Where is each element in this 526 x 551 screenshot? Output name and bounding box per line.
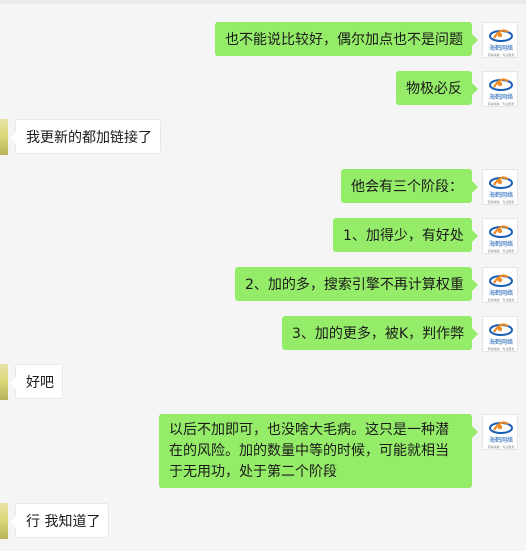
svg-text:值得信赖 · 专业服务: 值得信赖 · 专业服务 [488, 52, 515, 57]
company-logo-icon: 海鹤网络 值得信赖 · 专业服务 [488, 29, 515, 57]
message-bubble[interactable]: 1、加得少，有好处 [333, 218, 478, 252]
avatar[interactable]: 海鹤网络 值得信赖 · 专业服务 [482, 22, 518, 58]
sunflower-avatar-icon[interactable] [0, 503, 8, 539]
svg-text:海鹤网络: 海鹤网络 [489, 289, 513, 297]
message-bubble[interactable]: 行 我知道了 [10, 503, 109, 538]
svg-text:值得信赖 · 专业服务: 值得信赖 · 专业服务 [488, 297, 515, 302]
svg-text:海鹤网络: 海鹤网络 [489, 240, 513, 248]
message-bubble[interactable]: 他会有三个阶段： [341, 169, 478, 203]
company-logo-icon: 海鹤网络 值得信赖 · 专业服务 [488, 323, 515, 351]
svg-text:海鹤网络: 海鹤网络 [489, 338, 513, 346]
message-bubble[interactable]: 2、加的多，搜索引擎不再计算权重 [235, 267, 478, 301]
svg-text:海鹤网络: 海鹤网络 [489, 436, 513, 444]
avatar[interactable]: 海鹤网络 值得信赖 · 专业服务 [482, 71, 518, 107]
svg-text:值得信赖 · 专业服务: 值得信赖 · 专业服务 [488, 199, 515, 204]
avatar[interactable]: 海鹤网络 值得信赖 · 专业服务 [482, 316, 518, 352]
avatar[interactable]: 海鹤网络 值得信赖 · 专业服务 [482, 169, 518, 205]
sunflower-avatar-icon[interactable] [0, 364, 8, 400]
company-logo-icon: 海鹤网络 值得信赖 · 专业服务 [488, 78, 515, 106]
company-logo-icon: 海鹤网络 值得信赖 · 专业服务 [488, 421, 515, 449]
svg-text:值得信赖 · 专业服务: 值得信赖 · 专业服务 [488, 248, 515, 253]
company-logo-icon: 海鹤网络 值得信赖 · 专业服务 [488, 274, 515, 302]
message-bubble[interactable]: 3、加的更多，被K，判作弊 [282, 316, 478, 350]
message-bubble[interactable]: 以后不加即可，也没啥大毛病。这只是一种潜在的风险。加的数量中等的时候，可能就相当… [159, 414, 478, 488]
chat-window: 也不能说比较好，偶尔加点也不是问题 海鹤网络 值得信赖 · 专业服务 物极必反 … [0, 0, 526, 551]
svg-text:值得信赖 · 专业服务: 值得信赖 · 专业服务 [488, 444, 515, 449]
avatar[interactable]: 海鹤网络 值得信赖 · 专业服务 [482, 414, 518, 450]
svg-text:海鹤网络: 海鹤网络 [489, 44, 513, 52]
message-bubble[interactable]: 好吧 [10, 364, 63, 399]
divider [0, 0, 526, 4]
company-logo-icon: 海鹤网络 值得信赖 · 专业服务 [488, 176, 515, 204]
avatar[interactable]: 海鹤网络 值得信赖 · 专业服务 [482, 218, 518, 254]
company-logo-icon: 海鹤网络 值得信赖 · 专业服务 [488, 225, 515, 253]
sunflower-avatar-icon[interactable] [0, 119, 8, 155]
message-bubble[interactable]: 我更新的都加链接了 [10, 119, 161, 154]
svg-text:值得信赖 · 专业服务: 值得信赖 · 专业服务 [488, 346, 515, 351]
svg-text:海鹤网络: 海鹤网络 [489, 93, 513, 101]
avatar[interactable]: 海鹤网络 值得信赖 · 专业服务 [482, 267, 518, 303]
message-bubble[interactable]: 也不能说比较好，偶尔加点也不是问题 [215, 22, 478, 56]
svg-text:值得信赖 · 专业服务: 值得信赖 · 专业服务 [488, 101, 515, 106]
svg-text:海鹤网络: 海鹤网络 [489, 191, 513, 199]
message-bubble[interactable]: 物极必反 [396, 71, 478, 105]
